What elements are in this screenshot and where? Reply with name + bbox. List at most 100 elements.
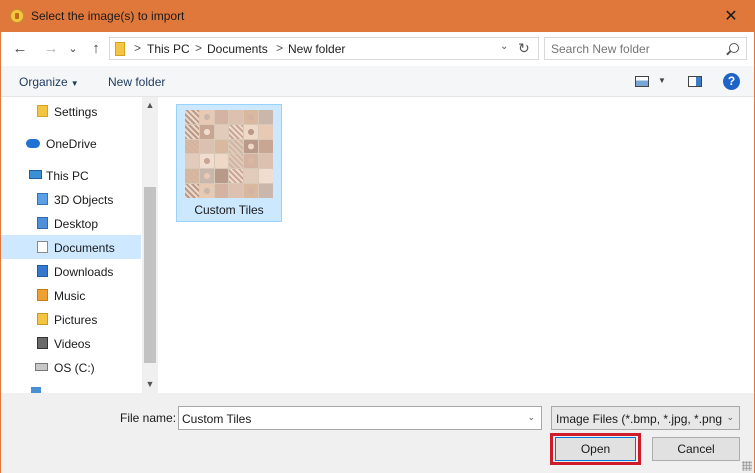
cloud-icon [26,139,40,148]
app-icon [10,9,24,23]
mosaic-tile [214,124,229,139]
folder-icon [115,42,125,56]
pictures-icon [37,313,48,325]
cancel-button[interactable]: Cancel [652,437,740,461]
mosaic-tile [199,184,214,198]
address-bar[interactable]: > This PC > Documents > New folder ⌄ ↻ [109,37,539,60]
mosaic-tile [244,110,259,124]
breadcrumb-separator: > [195,41,203,55]
file-name-field[interactable]: Custom Tiles ⌄ [178,406,542,430]
mosaic-tile [199,154,214,169]
mosaic-tile [214,184,229,198]
file-name-value: Custom Tiles [182,412,252,426]
file-name-label: File name: [120,411,177,425]
refresh-icon[interactable]: ↻ [518,40,530,57]
address-dropdown-icon[interactable]: ⌄ [500,41,508,52]
sidebar-item-label: 3D Objects [54,193,114,207]
close-button[interactable]: ✕ [708,1,754,32]
file-list: Custom Tiles [158,97,754,393]
folder-icon [37,105,48,117]
mosaic-tile [214,110,229,124]
sidebar-item-music[interactable]: Music [1,283,141,307]
mosaic-tile [185,124,199,139]
chevron-down-icon: ▼ [70,79,79,88]
sidebar-item-os-c[interactable]: OS (C:) [1,355,141,379]
mosaic-tile [259,124,273,139]
sidebar-item-label: Settings [54,105,98,119]
file-name-label: Custom Tiles [194,203,264,217]
sidebar-item-label: Downloads [54,265,114,279]
sidebar-item-desktop[interactable]: Desktop [1,211,141,235]
help-icon[interactable]: ? [723,73,740,90]
navigation-scrollbar[interactable]: ▲ ▼ [142,97,158,393]
sidebar-item-pictures[interactable]: Pictures [1,307,141,331]
sidebar-item-label: Videos [54,337,91,351]
mosaic-tile [259,154,273,169]
mosaic-tile [244,184,259,198]
recent-locations-chevron-icon[interactable]: ⌄ [63,38,83,60]
sidebar-item-settings[interactable]: Settings [1,99,141,123]
command-bar: Organize ▼ New folder ▼ ? [1,66,754,97]
scroll-down-arrow-icon[interactable]: ▼ [142,376,158,393]
open-button[interactable]: Open [555,437,636,461]
videos-icon [37,337,48,349]
mosaic-tile [244,169,259,184]
organize-menu[interactable]: Organize ▼ [19,75,79,89]
forward-arrow-icon[interactable]: → [41,38,61,60]
search-input[interactable] [551,41,721,57]
mosaic-tile [229,169,244,184]
address-row: ← → ⌄ ↑ > This PC > Documents > New fold… [1,32,754,66]
sidebar-item-downloads[interactable]: Downloads [1,259,141,283]
mosaic-tile [259,184,273,198]
scrollbar-thumb[interactable] [144,187,156,363]
file-item[interactable]: Custom Tiles [176,104,282,222]
chevron-down-icon[interactable]: ⌄ [527,412,535,423]
mosaic-tile [185,110,199,124]
mosaic-tile [244,124,259,139]
mosaic-tile [229,124,244,139]
search-icon[interactable] [729,43,739,53]
mosaic-tile [214,169,229,184]
sidebar-item-label: Pictures [54,313,98,327]
mosaic-tile [185,169,199,184]
breadcrumb-this-pc[interactable]: This PC [147,42,190,56]
breadcrumb-documents[interactable]: Documents [207,42,268,56]
computer-icon [29,170,42,179]
mosaic-tile [199,124,214,139]
scroll-up-arrow-icon[interactable]: ▲ [142,97,158,114]
breadcrumb-separator: > [134,41,142,55]
file-type-select[interactable]: Image Files (*.bmp, *.jpg, *.png) ⌄ [551,406,740,430]
sidebar-item-this-pc[interactable]: This PC [1,163,141,187]
search-box[interactable] [544,37,747,60]
sidebar-item-label: OneDrive [46,137,97,151]
change-view-icon[interactable] [635,76,649,87]
mosaic-tile [259,169,273,184]
mosaic-tile [259,139,273,154]
breadcrumb-new-folder[interactable]: New folder [288,42,345,56]
mosaic-tile [199,139,214,154]
window-title: Select the image(s) to import [31,9,185,23]
view-options-chevron-icon[interactable]: ▼ [658,76,666,85]
sidebar-item-onedrive[interactable]: OneDrive [1,131,141,155]
sidebar-item-videos[interactable]: Videos [1,331,141,355]
mosaic-tile [185,184,199,198]
new-folder-button[interactable]: New folder [108,75,165,89]
sidebar-item-3d-objects[interactable]: 3D Objects [1,187,141,211]
up-arrow-icon[interactable]: ↑ [86,38,106,60]
documents-icon [37,241,48,253]
sidebar-item-label: This PC [46,169,89,183]
preview-pane-icon[interactable] [688,76,702,87]
sidebar-item-documents[interactable]: Documents [1,235,141,259]
resize-grip-icon[interactable] [742,461,752,471]
desktop-icon [37,217,48,229]
mosaic-tile [199,169,214,184]
mosaic-tile [214,139,229,154]
sidebar-item-network-partial[interactable] [1,385,141,393]
mosaic-tile [199,110,214,124]
mosaic-tile [185,139,199,154]
3d-objects-icon [37,193,48,205]
back-arrow-icon[interactable]: ← [10,38,30,60]
sidebar-item-label: Documents [54,241,115,255]
sidebar-item-label: Music [54,289,86,303]
sidebar-item-label: OS (C:) [54,361,95,375]
